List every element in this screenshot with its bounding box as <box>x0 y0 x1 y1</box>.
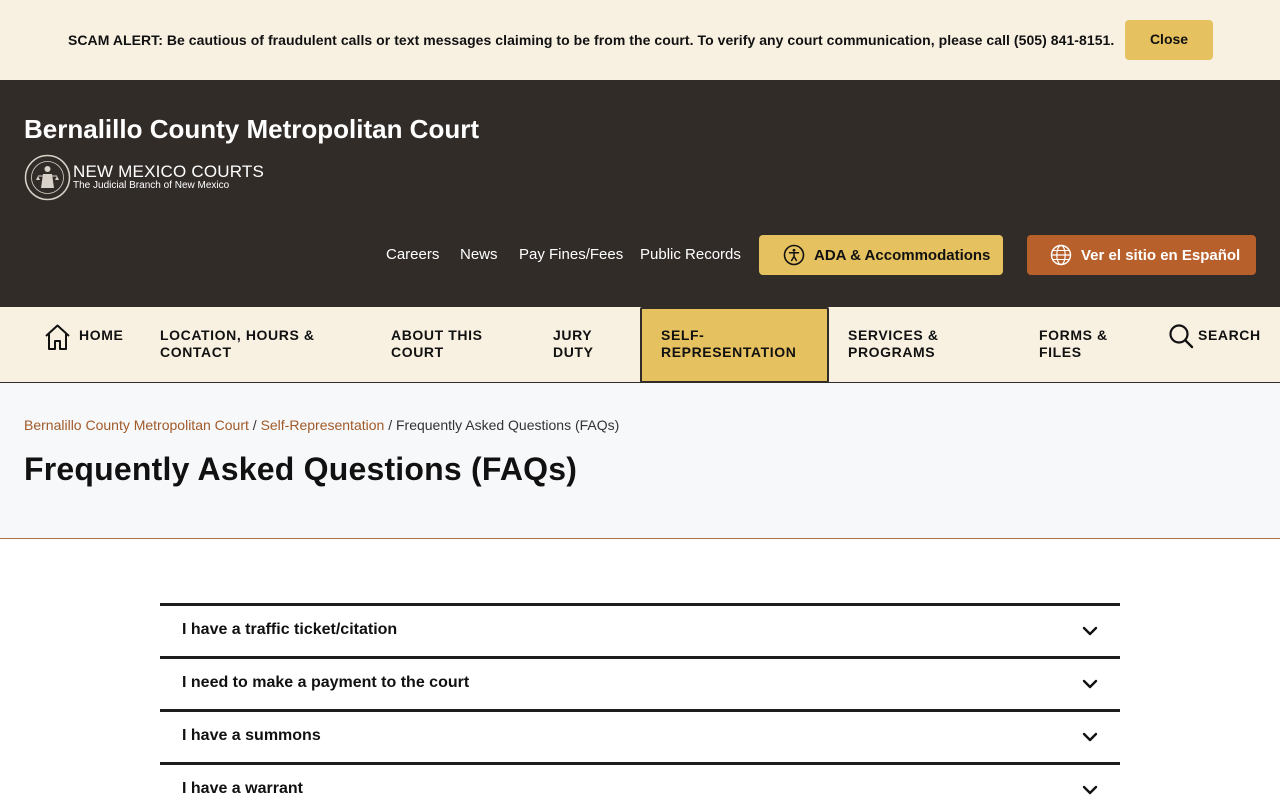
faq-question: I have a traffic ticket/citation <box>182 621 398 638</box>
news-link[interactable]: News <box>460 246 498 263</box>
scam-alert-text: SCAM ALERT: Be cautious of fraudulent ca… <box>68 32 1115 48</box>
chevron-down-icon <box>1082 626 1098 636</box>
nav-self-representation[interactable]: SELF- REPRESENTATION <box>640 307 829 383</box>
nav-home[interactable]: HOME <box>79 327 123 344</box>
nav-location-hours-contact[interactable]: LOCATION, HOURS & CONTACT <box>160 327 315 361</box>
page-title: Frequently Asked Questions (FAQs) <box>24 451 578 487</box>
breadcrumb-separator: / <box>388 417 393 433</box>
nav-forms-line1: FORMS & <box>1039 327 1108 343</box>
breadcrumb: Bernalillo County Metropolitan Court / S… <box>24 417 619 433</box>
faq-item-summons[interactable]: I have a summons <box>160 709 1120 762</box>
nav-jury-line2: DUTY <box>553 344 594 360</box>
court-seal-icon <box>24 154 71 201</box>
nav-search[interactable]: SEARCH <box>1198 327 1261 344</box>
main-navigation: HOME LOCATION, HOURS & CONTACT ABOUT THI… <box>0 307 1280 383</box>
spanish-site-button[interactable]: Ver el sitio en Español <box>1027 235 1256 275</box>
nav-forms-line2: FILES <box>1039 344 1082 360</box>
faq-question: I need to make a payment to the court <box>182 674 470 691</box>
logo-sub-text: The Judicial Branch of New Mexico <box>73 180 230 191</box>
scam-alert-banner: SCAM ALERT: Be cautious of fraudulent ca… <box>0 0 1280 80</box>
nav-location-line2: CONTACT <box>160 344 232 360</box>
chevron-down-icon <box>1082 679 1098 689</box>
espanol-label: Ver el sitio en Español <box>1081 246 1241 264</box>
ada-accommodations-button[interactable]: ADA & Accommodations <box>759 235 1003 275</box>
breadcrumb-separator: / <box>252 417 257 433</box>
nav-about-line2: COURT <box>391 344 444 360</box>
breadcrumb-home-link[interactable]: Bernalillo County Metropolitan Court <box>24 417 249 433</box>
pay-fines-link[interactable]: Pay Fines/Fees <box>519 246 623 263</box>
globe-icon <box>1050 244 1072 266</box>
site-header: Bernalillo County Metropolitan Court NEW… <box>0 80 1280 307</box>
faq-item-payment[interactable]: I need to make a payment to the court <box>160 656 1120 709</box>
site-title[interactable]: Bernalillo County Metropolitan Court <box>24 114 479 145</box>
faq-question: I have a summons <box>182 727 321 744</box>
nav-self-rep-line1: SELF- <box>661 327 705 343</box>
home-icon[interactable] <box>44 323 71 351</box>
nav-about-court[interactable]: ABOUT THIS COURT <box>391 327 483 361</box>
accessibility-icon <box>783 244 805 266</box>
logo-main-text: NEW MEXICO COURTS <box>73 162 265 181</box>
breadcrumb-self-rep-link[interactable]: Self-Representation <box>261 417 385 433</box>
nav-location-line1: LOCATION, HOURS & <box>160 327 315 343</box>
nav-services-programs[interactable]: SERVICES & PROGRAMS <box>848 327 939 361</box>
faq-item-warrant[interactable]: I have a warrant <box>160 762 1120 800</box>
nav-jury-duty[interactable]: JURY DUTY <box>553 327 594 361</box>
faq-question: I have a warrant <box>182 780 303 797</box>
page-header: Bernalillo County Metropolitan Court / S… <box>0 383 1280 539</box>
faq-item-traffic-ticket[interactable]: I have a traffic ticket/citation <box>160 603 1120 656</box>
public-records-link[interactable]: Public Records <box>640 246 741 263</box>
nav-about-line1: ABOUT THIS <box>391 327 483 343</box>
nav-services-line1: SERVICES & <box>848 327 939 343</box>
new-mexico-courts-logo[interactable]: NEW MEXICO COURTS The Judicial Branch of… <box>24 154 264 201</box>
nav-forms-files[interactable]: FORMS & FILES <box>1039 327 1108 361</box>
chevron-down-icon <box>1082 732 1098 742</box>
ada-label: ADA & Accommodations <box>814 246 991 264</box>
nav-jury-line1: JURY <box>553 327 593 343</box>
careers-link[interactable]: Careers <box>386 246 439 263</box>
chevron-down-icon <box>1082 785 1098 795</box>
close-alert-button[interactable]: Close <box>1125 20 1213 60</box>
search-icon[interactable] <box>1168 323 1194 349</box>
breadcrumb-current: Frequently Asked Questions (FAQs) <box>395 417 620 433</box>
nav-services-line2: PROGRAMS <box>848 344 936 360</box>
nav-self-rep-line2: REPRESENTATION <box>661 344 797 360</box>
